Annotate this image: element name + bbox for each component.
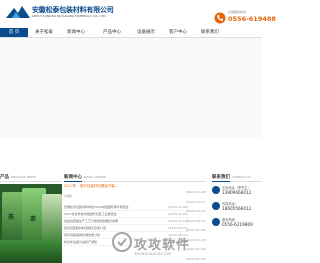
news-row[interactable]: 2017松泰参加中国国际包装工业展览会 [2022-11-09] [64, 211, 188, 218]
products-title-en: PRODUCT NEWS [11, 175, 36, 179]
phone-icon [212, 186, 220, 194]
contact-item-hotline: 服务热线： 0556-6219809 [212, 216, 262, 232]
main-nav: 首 页 关于松泰 新闻中心 产品中心 设备展示 客户中心 联系我们 [0, 28, 262, 38]
company-logo-icon[interactable] [6, 6, 30, 18]
hero-banner [0, 38, 262, 138]
news-row-title[interactable]: 2017松泰参加中国国际包装工业展览会 [64, 211, 154, 218]
nav-home[interactable]: 首 页 [0, 28, 28, 37]
contact-title-underline [212, 181, 230, 182]
header: 安徽松泰包装材料有限公司 ANHUI SONGTAI PACKAGING MAT… [0, 0, 276, 28]
contact-divider [230, 181, 262, 182]
fax-icon [212, 202, 220, 210]
contact-title-cn: 联系我们 [212, 175, 230, 180]
package-label-b: 茶 [30, 216, 37, 223]
tea-package-3 [42, 194, 62, 240]
contact-value[interactable]: 13909668012 [222, 190, 251, 195]
contact-title-en: CONTACT US [232, 175, 252, 179]
side-date: [2022-09-21] [186, 209, 206, 213]
products-title: 产品 PRODUCT NEWS [0, 174, 36, 180]
nav-news[interactable]: 新闻中心 [62, 28, 90, 37]
nav-products[interactable]: 产品中心 [98, 28, 126, 37]
contact-panel: 业务电话（李先生） 13909668012 传真电话： 18605566012 … [212, 184, 262, 232]
side-date: [2022-11-09] [186, 190, 206, 194]
watermark-text: 攻攻软件 [134, 238, 191, 253]
news-row-title[interactable]: 安徽松泰包装材料参加2018中国国际茶叶博览会 [64, 204, 154, 211]
news-title: 新闻中心 NEWS CENTER [64, 174, 106, 180]
side-date: [2022-10-17] [186, 199, 206, 204]
contact-value[interactable]: 18605566012 [222, 206, 251, 211]
news-row[interactable]: 食品包装袋生产工艺与质量控制要点说明 [2022-10-17] [64, 218, 188, 225]
contact-title: 联系我们 CONTACT US [212, 174, 251, 180]
company-name-en: ANHUI SONGTAI PACKAGING MATERIALS CO., L… [32, 14, 107, 18]
tea-leaves-decoration [0, 240, 62, 263]
news-divider [82, 181, 206, 182]
contact-item-business-phone: 业务电话（李先生） 13909668012 [212, 184, 262, 200]
news-title-en: NEWS CENTER [84, 175, 107, 179]
watermark: 攻攻软件 ZHONGHUAYUN.COM [112, 230, 192, 260]
side-date: [2022-08-11] [186, 218, 206, 223]
watermark-logo-icon [112, 232, 132, 252]
products-divider [0, 181, 62, 182]
nav-equipment[interactable]: 设备展示 [132, 28, 160, 37]
contact-item-fax: 传真电话： 18605566012 [212, 200, 262, 216]
package-label-a: 茶 [8, 214, 15, 221]
news-featured-title[interactable]: 2017年 · 茶叶包装材料展会开幕... [64, 184, 124, 194]
news-title-cn: 新闻中心 [64, 175, 82, 180]
news-featured-more[interactable]: [详细] [64, 194, 72, 198]
phone-icon [214, 12, 226, 24]
headset-icon [212, 218, 220, 226]
watermark-url: ZHONGHUAYUN.COM [134, 252, 172, 256]
contact-value[interactable]: 0556-6219809 [222, 222, 253, 227]
products-title-cn: 产品 [0, 175, 9, 180]
product-image[interactable]: 茶 茶 [0, 184, 62, 263]
nav-clients[interactable]: 客户中心 [164, 28, 192, 37]
nav-about[interactable]: 关于松泰 [30, 28, 58, 37]
hotline-number: 0556-619488 [228, 15, 276, 23]
news-row-title[interactable]: 食品包装袋生产工艺与质量控制要点说明 [64, 218, 154, 225]
news-row[interactable]: 安徽松泰包装材料参加2018中国国际茶叶博览会 [2022-11-09] [64, 204, 188, 211]
news-title-underline [64, 181, 82, 182]
hotline-label: 全国服务热线 [228, 10, 247, 14]
nav-contact[interactable]: 联系我们 [196, 28, 224, 37]
